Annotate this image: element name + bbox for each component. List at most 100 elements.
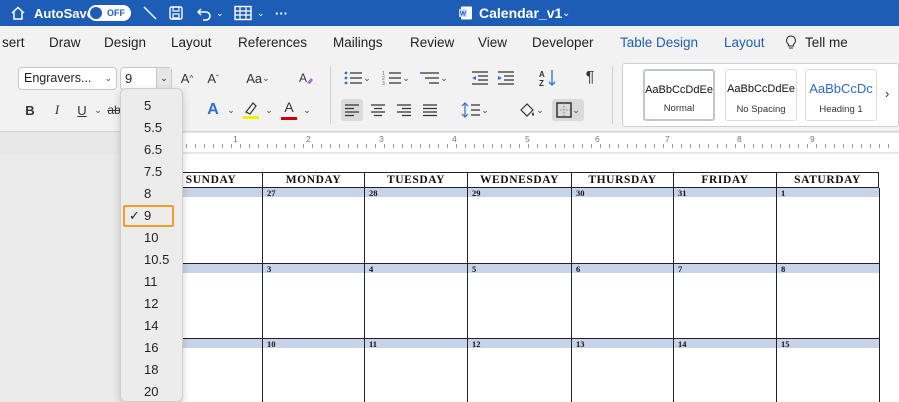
calendar-date[interactable]: 14 bbox=[678, 339, 687, 349]
undo-chevron-icon[interactable]: ⌄ bbox=[216, 0, 224, 26]
font-size-option[interactable]: 10 bbox=[144, 230, 158, 245]
ruler-document-area[interactable] bbox=[182, 133, 899, 152]
calendar-date[interactable]: 4 bbox=[369, 264, 373, 274]
sort-button[interactable]: AZ bbox=[537, 68, 559, 88]
font-size-option[interactable]: 7.5 bbox=[144, 164, 162, 179]
font-size-dropdown-button[interactable]: ⌄ bbox=[156, 68, 171, 89]
tab-design[interactable]: Design bbox=[104, 35, 146, 50]
font-size-option[interactable]: 11 bbox=[144, 274, 158, 289]
bullets-button[interactable]: ⌄ bbox=[342, 69, 372, 87]
tell-me-search[interactable]: Tell me bbox=[805, 35, 848, 50]
font-size-option[interactable]: 12 bbox=[144, 296, 158, 311]
multilevel-list-button[interactable]: ⌄ bbox=[419, 69, 449, 87]
calendar-date[interactable]: 30 bbox=[576, 188, 585, 198]
font-size-option[interactable]: 14 bbox=[144, 318, 158, 333]
ruler-tick bbox=[780, 144, 781, 148]
calendar-date[interactable]: 6 bbox=[576, 264, 580, 274]
calendar-date[interactable]: 5 bbox=[472, 264, 476, 274]
strikethrough-button[interactable]: ab bbox=[107, 101, 120, 119]
calendar-date[interactable]: 8 bbox=[781, 264, 785, 274]
calendar-date[interactable]: 7 bbox=[678, 264, 682, 274]
style-no-spacing[interactable]: AaBbCcDdEe No Spacing bbox=[725, 69, 797, 121]
calendar-header-monday: MONDAY bbox=[262, 172, 364, 188]
calendar-date[interactable]: 3 bbox=[267, 264, 271, 274]
more-icon[interactable]: ··· bbox=[275, 0, 288, 26]
ruler-tick bbox=[492, 144, 493, 148]
borders-button[interactable]: ⌄ bbox=[552, 99, 584, 121]
justify-icon bbox=[423, 104, 437, 117]
font-size-option[interactable]: 18 bbox=[144, 362, 158, 377]
tab-developer[interactable]: Developer bbox=[532, 35, 594, 50]
tab-insert[interactable]: sert bbox=[2, 35, 25, 50]
calendar-date[interactable]: 12 bbox=[472, 339, 481, 349]
tab-view[interactable]: View bbox=[478, 35, 507, 50]
underline-button[interactable]: U bbox=[74, 101, 90, 119]
highlight-button[interactable] bbox=[241, 99, 261, 121]
numbering-button[interactable]: 123 ⌄ bbox=[381, 69, 411, 87]
table-chevron-icon[interactable]: ⌄ bbox=[257, 0, 265, 26]
align-center-button[interactable] bbox=[367, 99, 389, 121]
font-size-option[interactable]: 8 bbox=[144, 186, 151, 201]
font-color-chevron-icon[interactable]: ⌄ bbox=[302, 101, 312, 119]
italic-button[interactable]: I bbox=[49, 101, 65, 119]
increase-indent-button[interactable] bbox=[496, 69, 516, 87]
font-size-option[interactable]: 16 bbox=[144, 340, 158, 355]
decrease-indent-button[interactable] bbox=[470, 69, 490, 87]
align-right-button[interactable] bbox=[393, 99, 415, 121]
ruler-tick bbox=[195, 144, 196, 148]
table-icon[interactable] bbox=[234, 0, 252, 26]
font-name-select[interactable]: Engravers... ⌄ bbox=[18, 67, 117, 90]
bold-button[interactable]: B bbox=[22, 101, 38, 119]
font-size-option[interactable]: 6.5 bbox=[144, 142, 162, 157]
paragraph-mark-button[interactable]: ¶ bbox=[581, 68, 599, 88]
ruler-tick bbox=[744, 144, 745, 148]
font-size-option[interactable]: 5.5 bbox=[144, 120, 162, 135]
styles-next-arrow-icon[interactable]: › bbox=[885, 86, 889, 101]
undo-icon[interactable] bbox=[196, 0, 212, 26]
justify-button[interactable] bbox=[419, 99, 441, 121]
clear-formatting-button[interactable]: A bbox=[297, 69, 315, 87]
calendar-date[interactable]: 13 bbox=[576, 339, 585, 349]
pen-icon[interactable] bbox=[142, 0, 158, 26]
tab-review[interactable]: Review bbox=[410, 35, 454, 50]
autosave-toggle[interactable]: OFF bbox=[88, 5, 131, 21]
grow-font-button[interactable]: A ^ bbox=[178, 69, 196, 87]
title-chevron-icon[interactable]: ⌄ bbox=[562, 0, 570, 26]
calendar-date[interactable]: 31 bbox=[678, 188, 687, 198]
line-spacing-button[interactable]: ⌄ bbox=[460, 99, 490, 121]
ruler-tick bbox=[420, 144, 421, 148]
font-size-select[interactable]: 9 ⌄ bbox=[120, 67, 172, 90]
calendar-date[interactable]: 10 bbox=[267, 339, 276, 349]
shrink-font-button[interactable]: Aˇ bbox=[204, 69, 222, 87]
font-color-button[interactable]: A bbox=[279, 99, 299, 121]
calendar-date[interactable]: 1 bbox=[781, 188, 785, 198]
calendar-date[interactable]: 27 bbox=[267, 188, 276, 198]
svg-text:A: A bbox=[539, 70, 545, 79]
calendar-date[interactable]: 15 bbox=[781, 339, 790, 349]
home-icon[interactable] bbox=[10, 0, 26, 26]
font-size-option[interactable]: 10.5 bbox=[144, 252, 169, 267]
text-effects-button[interactable]: A bbox=[203, 99, 223, 121]
font-size-option[interactable]: 5 bbox=[144, 98, 151, 113]
text-effects-chevron-icon[interactable]: ⌄ bbox=[226, 101, 236, 119]
tab-table-layout[interactable]: Layout bbox=[724, 35, 765, 50]
calendar-date[interactable]: 28 bbox=[369, 188, 378, 198]
style-normal[interactable]: AaBbCcDdEe Normal bbox=[643, 69, 715, 121]
tab-table-design[interactable]: Table Design bbox=[620, 35, 698, 50]
ruler-tick bbox=[762, 144, 763, 148]
tab-layout[interactable]: Layout bbox=[171, 35, 212, 50]
tab-draw[interactable]: Draw bbox=[49, 35, 81, 50]
align-left-button[interactable] bbox=[341, 99, 363, 121]
calendar-header-thursday: THURSDAY bbox=[571, 172, 673, 188]
highlight-chevron-icon[interactable]: ⌄ bbox=[264, 101, 274, 119]
change-case-button[interactable]: Aa ⌄ bbox=[245, 69, 271, 87]
save-icon[interactable] bbox=[168, 0, 184, 26]
tab-mailings[interactable]: Mailings bbox=[333, 35, 383, 50]
underline-chevron-icon[interactable]: ⌄ bbox=[92, 101, 104, 119]
font-size-option[interactable]: 20 bbox=[144, 384, 158, 399]
tab-references[interactable]: References bbox=[238, 35, 307, 50]
style-heading-1[interactable]: AaBbCcDc Heading 1 bbox=[805, 69, 877, 121]
shading-button[interactable]: ⌄ bbox=[516, 99, 546, 121]
calendar-date[interactable]: 29 bbox=[472, 188, 481, 198]
calendar-date[interactable]: 11 bbox=[369, 339, 377, 349]
